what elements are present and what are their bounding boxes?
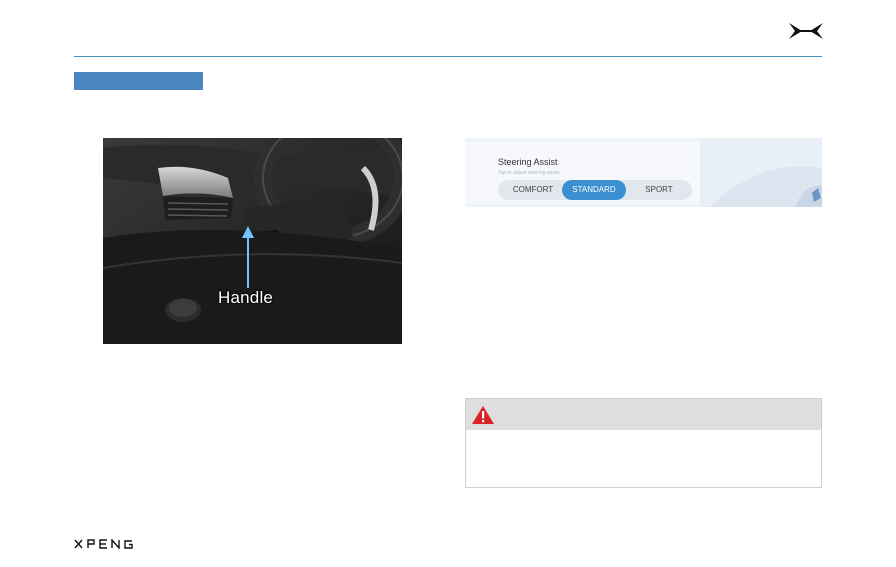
steering-mode-selector: COMFORT STANDARD SPORT [498, 180, 692, 200]
warning-notice [465, 398, 822, 488]
cabin-illustration [103, 138, 402, 344]
xpeng-wordmark-icon [74, 539, 133, 549]
brand-logo-icon [789, 23, 823, 39]
warning-header [466, 399, 821, 430]
car-preview-graphic [700, 138, 822, 207]
mode-option-standard[interactable]: STANDARD [562, 180, 626, 200]
mode-option-comfort[interactable]: COMFORT [504, 180, 562, 200]
steering-assist-screenshot: Steering Assist Tap to adjust steering a… [465, 138, 822, 207]
warning-triangle-icon [472, 406, 494, 424]
handle-callout-label: Handle [218, 288, 274, 307]
mode-option-sport[interactable]: SPORT [630, 180, 688, 200]
header-divider [74, 56, 822, 57]
steering-assist-title: Steering Assist [498, 157, 558, 167]
steering-column-photo: Handle [103, 138, 402, 344]
steering-assist-subtitle: Tap to adjust steering assist [498, 170, 560, 176]
section-tab [74, 72, 203, 90]
steering-assist-panel: Steering Assist Tap to adjust steering a… [465, 142, 700, 204]
